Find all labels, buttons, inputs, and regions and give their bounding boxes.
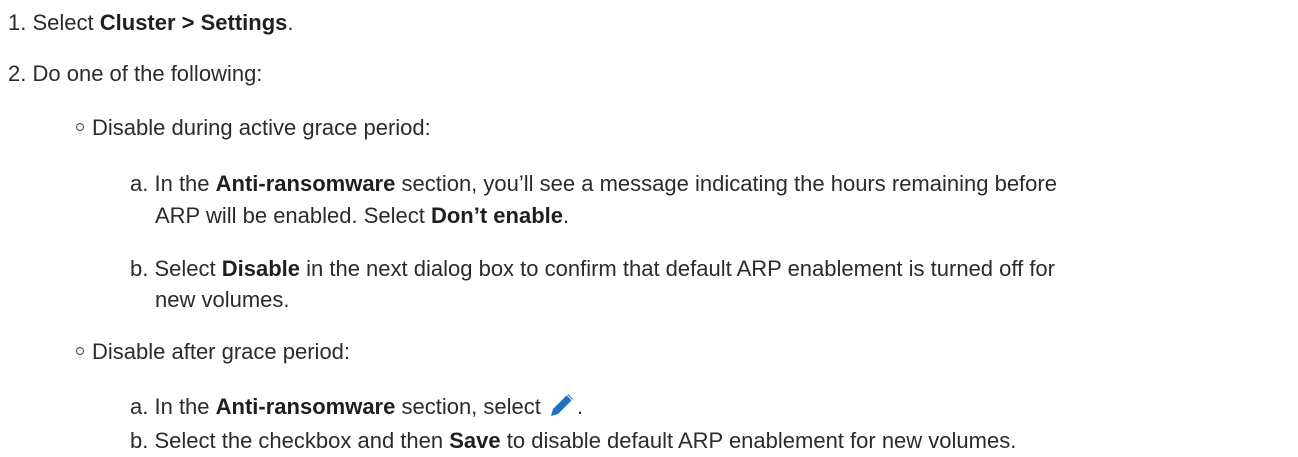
substep-letter: a. bbox=[130, 171, 149, 196]
substep-text-suffix: section, select bbox=[395, 394, 547, 419]
option-label: Disable during active grace period: bbox=[92, 115, 431, 140]
substep-a-cont: ARP will be enabled. Select Don’t enable… bbox=[155, 201, 569, 231]
step-2: 2. Do one of the following: bbox=[8, 59, 262, 89]
step-number: 1. bbox=[8, 10, 27, 35]
substep-text-suffix: section, you’ll see a message indicating… bbox=[395, 171, 1057, 196]
step-1: 1. Select Cluster > Settings. bbox=[8, 8, 294, 38]
substep-letter: b. bbox=[130, 428, 149, 453]
option-label: Disable after grace period: bbox=[92, 339, 351, 364]
section-name: Anti-ransomware bbox=[215, 394, 396, 419]
substep-text: Select the checkbox and then bbox=[154, 428, 450, 453]
section-name: Anti-ransomware bbox=[215, 171, 396, 196]
substep-text-end: . bbox=[577, 394, 584, 419]
substep-b: b. Select Disable in the next dialog box… bbox=[130, 254, 1055, 284]
substep-b: b. Select the checkbox and then Save to … bbox=[130, 426, 1016, 456]
substep-b-cont: new volumes. bbox=[155, 285, 290, 315]
substep-text-suffix: to disable default ARP enablement for ne… bbox=[500, 428, 1017, 453]
substep-text: ARP will be enabled. Select bbox=[155, 203, 431, 228]
button-name: Disable bbox=[221, 256, 301, 281]
option-after-grace: Disable after grace period: bbox=[76, 337, 350, 367]
step-text-suffix: . bbox=[287, 10, 294, 35]
bullet-icon bbox=[76, 123, 84, 132]
substep-a: a. In the Anti-ransomware section, you’l… bbox=[130, 169, 1057, 199]
step-text: Select bbox=[32, 10, 100, 35]
button-name: Save bbox=[449, 428, 501, 453]
option-during-grace: Disable during active grace period: bbox=[76, 113, 431, 143]
substep-letter: b. bbox=[130, 256, 149, 281]
button-name: Don’t enable bbox=[430, 203, 563, 228]
substep-a: a. In the Anti-ransomware section, selec… bbox=[130, 392, 583, 423]
substep-text: In the bbox=[154, 171, 216, 196]
bullet-icon bbox=[76, 347, 84, 356]
substep-text: In the bbox=[154, 394, 216, 419]
menu-path: Cluster > Settings bbox=[99, 10, 288, 35]
pencil-edit-icon bbox=[547, 390, 577, 420]
substep-text-suffix: . bbox=[563, 203, 570, 228]
step-number: 2. bbox=[8, 61, 27, 86]
step-text: Do one of the following: bbox=[32, 61, 263, 86]
substep-text-suffix: in the next dialog box to confirm that d… bbox=[300, 256, 1055, 281]
substep-letter: a. bbox=[130, 394, 149, 419]
substep-text: Select bbox=[154, 256, 222, 281]
substep-text: new volumes. bbox=[155, 287, 290, 312]
